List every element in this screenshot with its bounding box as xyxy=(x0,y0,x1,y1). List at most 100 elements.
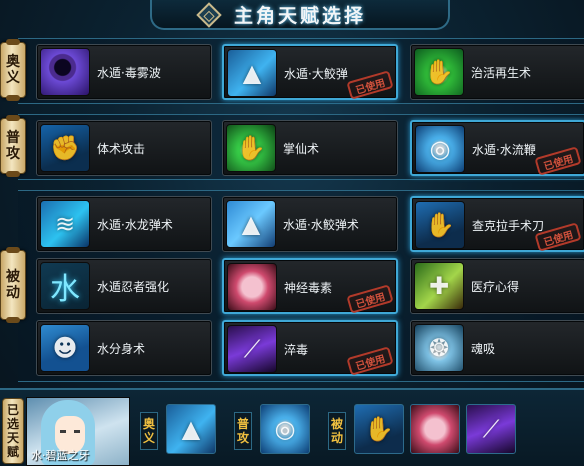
chakra-scalpel-glove-icon: ✋ xyxy=(415,201,465,249)
selected-tag-ougi: 奥 义 xyxy=(140,412,158,450)
portrait-eye xyxy=(60,430,66,433)
skill-name: 水遁·毒雾波 xyxy=(97,66,161,80)
selected-slot-chakra-scalpel-icon[interactable]: ✋ xyxy=(354,404,404,454)
glove-glyph: ✋ xyxy=(425,211,455,239)
skill-card-regeneration[interactable]: ✋ 治活再生术 xyxy=(410,44,584,100)
selected-talents-label: 已 选 天 赋 xyxy=(2,398,24,464)
skill-name: 水遁忍者强化 xyxy=(97,280,170,294)
water-shark-icon: ▲ xyxy=(226,200,276,248)
selected-tag-basic: 普 攻 xyxy=(234,412,252,450)
tag-char: 普 xyxy=(236,417,249,431)
syringe-icon: ✚ xyxy=(414,262,464,310)
skill-card-poison-coat[interactable]: ⟋ 淬毒 已使用 xyxy=(222,320,398,376)
tag-char: 动 xyxy=(330,431,343,445)
selected-slot-poison-blade-icon[interactable]: ⟋ xyxy=(466,404,516,454)
label-char: 天 xyxy=(6,431,19,445)
selected-slot-brain-icon[interactable] xyxy=(410,404,460,454)
blade-glyph: ⟋ xyxy=(482,415,500,443)
skill-card-soul-drain[interactable]: ❂ 魂吸 xyxy=(410,320,584,376)
character-name: 水·碧蓝之牙 xyxy=(31,449,90,462)
skill-name: 医疗心得 xyxy=(471,280,520,294)
skill-card-water-dragon[interactable]: ≋ 水遁·水龙弹术 xyxy=(36,196,212,252)
skill-name: 体术攻击 xyxy=(97,142,146,156)
category-char: 被 xyxy=(6,269,20,285)
shark-glyph: ▲ xyxy=(181,415,201,443)
selected-slot-water-whip-icon[interactable]: ◎ xyxy=(260,404,310,454)
diamond-emblem-icon xyxy=(196,2,222,28)
tag-char: 奥 xyxy=(142,417,155,431)
category-char: 动 xyxy=(6,285,20,301)
skill-card-medical-insight[interactable]: ✚ 医疗心得 xyxy=(410,258,584,314)
selected-slot-shark-icon[interactable]: ▲ xyxy=(166,404,216,454)
green-palm-icon: ✋ xyxy=(226,124,276,172)
used-stamp: 已使用 xyxy=(534,146,582,176)
brain-icon xyxy=(227,263,277,311)
kanji-glyph: 水 xyxy=(50,272,80,307)
poison-blade-icon: ⟋ xyxy=(227,325,277,373)
palm-glyph: ✋ xyxy=(236,134,266,162)
category-label-basic: 普 攻 xyxy=(0,115,26,177)
soul-drain-icon: ❂ xyxy=(414,324,464,372)
category-label-ougi: 奥 义 xyxy=(0,39,26,101)
swirl-glyph: ◎ xyxy=(429,135,451,163)
skill-name: 淬毒 xyxy=(284,343,309,357)
skill-name: 治活再生术 xyxy=(471,66,532,80)
talent-selection-window: 主角天赋选择 奥 义 普 攻 被 动 水遁·毒雾波 ▲ 水遁·大鲛弹 已使用 ✋… xyxy=(0,0,584,466)
clone-glyph: ☻ xyxy=(52,334,78,362)
water-kanji-icon: 水 xyxy=(40,262,90,310)
shark-glyph: ▲ xyxy=(242,59,262,87)
glove-glyph: ✋ xyxy=(364,415,394,443)
syringe-glyph: ✚ xyxy=(428,272,450,300)
tag-char: 义 xyxy=(142,431,155,445)
skill-name: 水遁·水龙弹术 xyxy=(97,218,173,232)
skill-card-water-whip[interactable]: ◎ 水遁·水流鞭 已使用 xyxy=(410,120,584,176)
skill-name: 水遁·大鲛弹 xyxy=(284,67,348,81)
skill-name: 查克拉手术刀 xyxy=(472,219,545,233)
skill-name: 水遁·水流鞭 xyxy=(472,143,536,157)
water-clone-icon: ☻ xyxy=(40,324,90,372)
shark-glyph: ▲ xyxy=(241,210,261,238)
skill-card-water-poison-mist[interactable]: 水遁·毒雾波 xyxy=(36,44,212,100)
label-char: 赋 xyxy=(6,445,19,459)
water-dragon-icon: ≋ xyxy=(40,200,90,248)
hand-glyph: ✋ xyxy=(424,58,454,86)
skill-card-neurotoxin[interactable]: 神经毒素 已使用 xyxy=(222,258,398,314)
skill-name: 水遁·水鲛弹术 xyxy=(283,218,359,232)
skill-card-water-shark[interactable]: ▲ 水遁·水鲛弹术 xyxy=(222,196,398,252)
fist-icon: ✊ xyxy=(40,124,90,172)
category-char: 奥 xyxy=(6,54,20,70)
category-char: 攻 xyxy=(6,146,20,162)
skill-card-mystical-palm[interactable]: ✋ 掌仙术 xyxy=(222,120,398,176)
label-char: 选 xyxy=(6,417,19,431)
skill-card-great-shark-bullet[interactable]: ▲ 水遁·大鲛弹 已使用 xyxy=(222,44,398,100)
character-portrait: 水·碧蓝之牙 xyxy=(26,397,130,466)
used-stamp: 已使用 xyxy=(346,284,394,314)
used-stamp: 已使用 xyxy=(346,346,394,376)
category-char: 义 xyxy=(6,70,20,86)
skill-card-taijutsu[interactable]: ✊ 体术攻击 xyxy=(36,120,212,176)
purple-mist-icon xyxy=(40,48,90,96)
selected-tag-passive: 被 动 xyxy=(328,412,346,450)
skill-card-chakra-scalpel[interactable]: ✋ 查克拉手术刀 已使用 xyxy=(410,196,584,252)
skill-card-water-ninja-boost[interactable]: 水 水遁忍者强化 xyxy=(36,258,212,314)
skill-name: 水分身术 xyxy=(97,342,146,356)
label-char: 已 xyxy=(6,403,19,417)
shark-icon: ▲ xyxy=(227,49,277,97)
skill-name: 神经毒素 xyxy=(284,281,333,295)
green-healing-hand-icon: ✋ xyxy=(414,48,464,96)
tag-char: 攻 xyxy=(236,431,249,445)
portrait-eye xyxy=(74,430,80,433)
soul-glyph: ❂ xyxy=(428,334,450,362)
window-title: 主角天赋选择 xyxy=(233,4,366,27)
category-label-passive: 被 动 xyxy=(0,247,26,323)
swirl-glyph: ◎ xyxy=(274,415,296,443)
dragon-glyph: ≋ xyxy=(54,210,76,238)
water-whip-icon: ◎ xyxy=(415,125,465,173)
skill-card-water-clone[interactable]: ☻ 水分身术 xyxy=(36,320,212,376)
skill-name: 魂吸 xyxy=(471,342,496,356)
tag-char: 被 xyxy=(330,417,343,431)
title-bar: 主角天赋选择 xyxy=(150,0,450,30)
blade-glyph: ⟋ xyxy=(243,335,261,363)
used-stamp: 已使用 xyxy=(346,70,394,100)
category-char: 普 xyxy=(6,130,20,146)
